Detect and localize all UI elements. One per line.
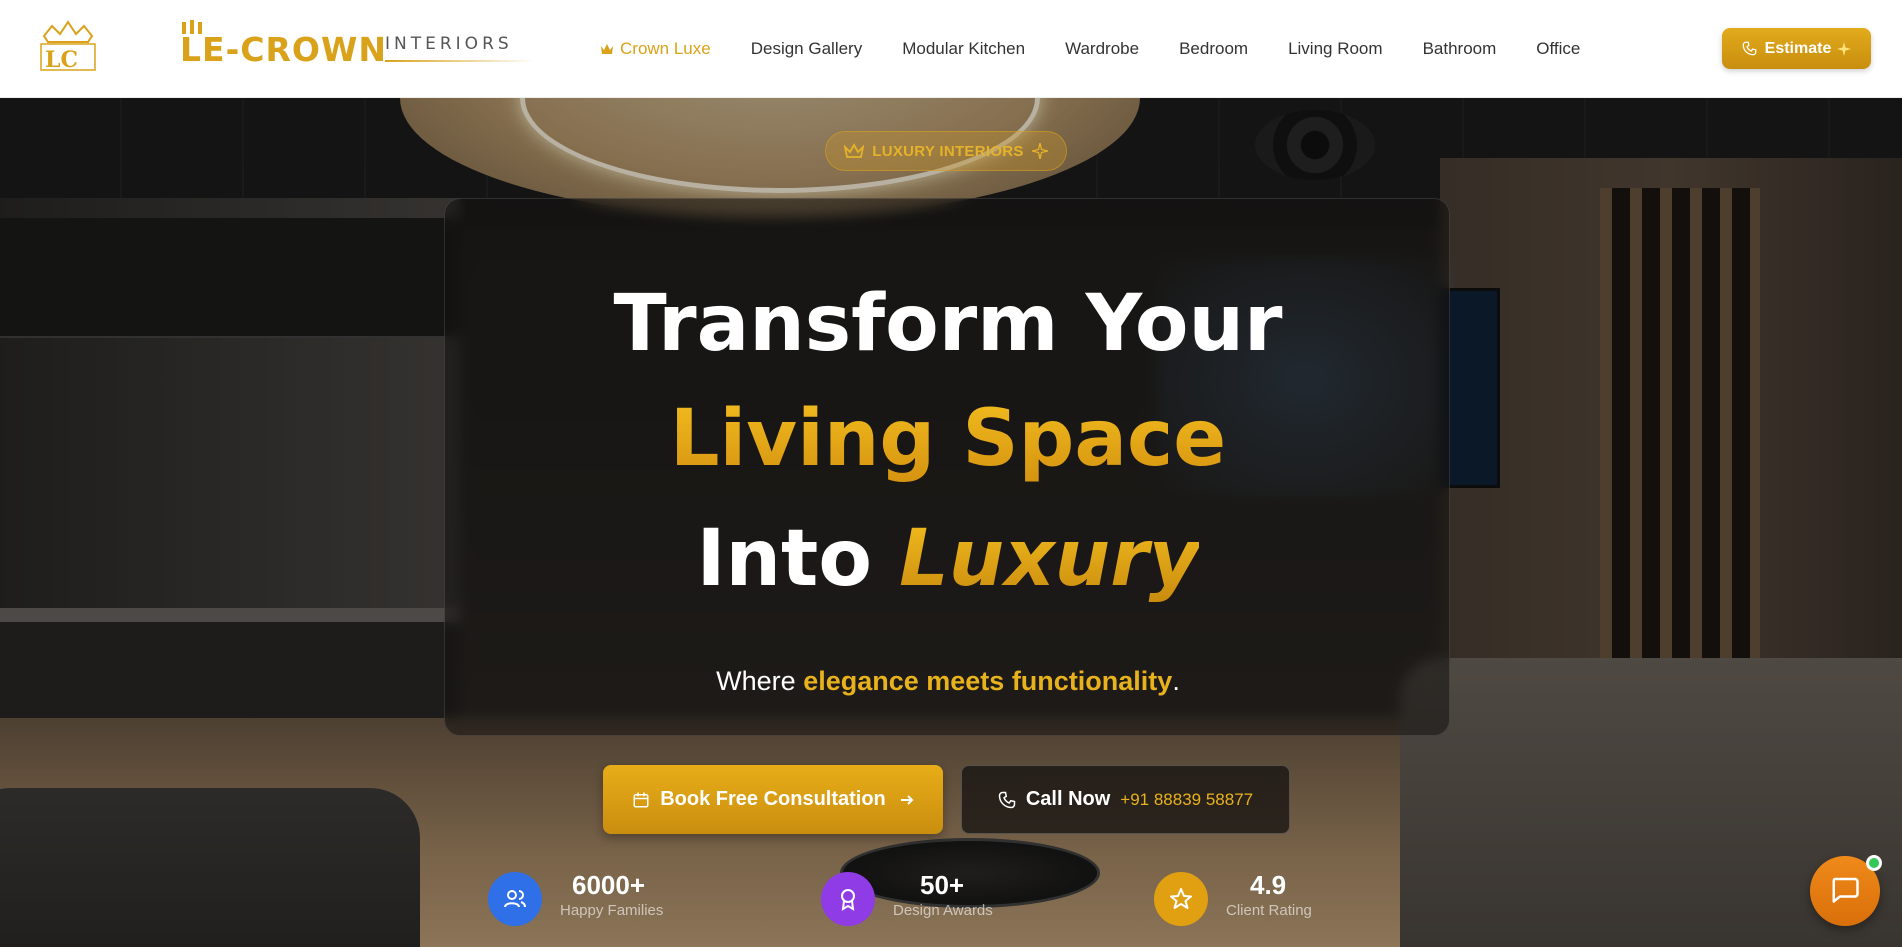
estimate-label: Estimate [1764, 39, 1832, 57]
main-nav: Crown Luxe Design Gallery Modular Kitche… [600, 0, 1620, 98]
nav-item-modular-kitchen[interactable]: Modular Kitchen [902, 39, 1025, 59]
brand-wordmark: LE-CROWN INTERIORS [100, 18, 535, 72]
hero-heading-line1: Transform Your [613, 279, 1283, 369]
phone-icon [998, 791, 1016, 809]
brand-name: LE-CROWN [180, 30, 387, 69]
stat-value: 6000+ [572, 870, 646, 900]
badge-label: LUXURY INTERIORS [872, 142, 1024, 160]
tagline-prefix: Where [716, 666, 796, 696]
crown-monogram-icon: LC [38, 18, 98, 73]
crown-icon [844, 143, 865, 159]
hero-heading-line3: Into Luxury [445, 514, 1451, 604]
cta-primary-label: Book Free Consultation [660, 788, 886, 810]
stat-value: 50+ [920, 870, 965, 900]
book-consultation-button[interactable]: Book Free Consultation [603, 765, 943, 834]
nav-item-office[interactable]: Office [1536, 39, 1580, 59]
tagline-highlight: elegance meets functionality [803, 666, 1173, 696]
brand-subtitle: INTERIORS [385, 34, 513, 54]
call-now-button[interactable]: Call Now +91 88839 58877 [961, 765, 1290, 834]
heading-luxury: Luxury [899, 514, 1200, 604]
stat-label: Client Rating [1226, 902, 1312, 919]
crown-icon [600, 43, 614, 55]
arrow-right-icon [900, 793, 914, 807]
call-now-label: Call Now [1025, 788, 1111, 810]
nav-item-design-gallery[interactable]: Design Gallery [751, 39, 863, 59]
svg-text:LC: LC [45, 47, 78, 72]
hero-card: Transform Your Living Space Into Luxury … [444, 198, 1450, 736]
award-icon [821, 872, 875, 926]
tagline-suffix: . [1172, 666, 1180, 696]
nav-item-living-room[interactable]: Living Room [1288, 39, 1383, 59]
nav-item-bedroom[interactable]: Bedroom [1179, 39, 1248, 59]
stat-label: Design Awards [893, 902, 993, 919]
hero-tagline: Where elegance meets functionality. [445, 666, 1451, 697]
stat-value: 4.9 [1250, 870, 1287, 900]
luxury-badge: LUXURY INTERIORS [825, 131, 1067, 171]
sparkle-icon [1031, 143, 1048, 159]
calendar-icon [632, 791, 650, 809]
star-icon [1154, 872, 1208, 926]
chat-icon [1830, 874, 1860, 909]
estimate-button[interactable]: Estimate [1722, 28, 1871, 69]
nav-item-crown-luxe[interactable]: Crown Luxe [600, 39, 711, 59]
nav-item-bathroom[interactable]: Bathroom [1423, 39, 1497, 59]
nav-label: Crown Luxe [620, 39, 711, 58]
nav-item-wardrobe[interactable]: Wardrobe [1065, 39, 1139, 59]
sparkle-icon [1837, 41, 1852, 56]
brand-logo[interactable]: LC LE-CROWN INTERIORS [38, 18, 535, 73]
phone-icon [1742, 41, 1757, 56]
site-header: LC LE-CROWN INTERIORS Crown Luxe Design … [0, 0, 1902, 98]
users-icon [488, 872, 542, 926]
stat-label: Happy Families [560, 902, 664, 919]
brand-underline [385, 60, 535, 62]
heading-into: Into [696, 514, 872, 604]
hero-heading-line2: Living Space [445, 394, 1451, 484]
online-status-dot [1866, 855, 1882, 871]
phone-number: +91 88839 58877 [1120, 789, 1254, 809]
